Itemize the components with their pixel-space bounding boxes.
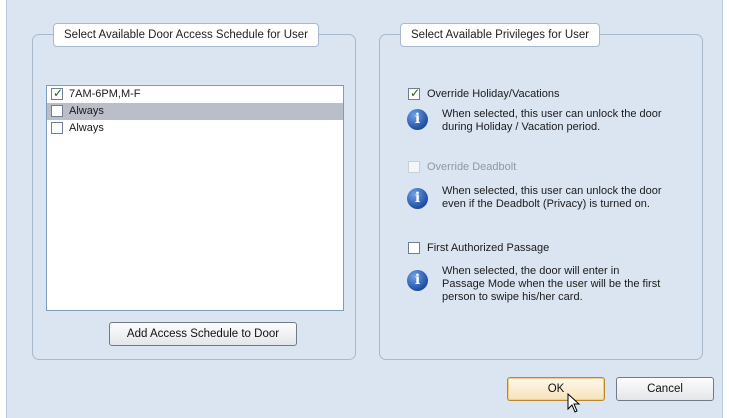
info-icon: i [407,270,428,291]
override-deadbolt-checkbox [408,161,420,173]
description-line: When selected, the door will enter in [442,265,620,277]
privileges-group: Select Available Privileges for User ✓ O… [379,23,703,360]
first-authorized-passage-label: First Authorized Passage [427,242,550,254]
list-item[interactable]: Always [47,120,343,137]
description-line: person to swipe his/her card. [442,291,583,303]
override-deadbolt-description: When selected, this user can unlock the … [442,185,692,211]
add-access-schedule-button[interactable]: Add Access Schedule to Door [109,322,297,346]
privileges-group-title: Select Available Privileges for User [400,23,601,47]
first-authorized-passage-description: When selected, the door will enter in Pa… [442,265,692,304]
schedule-checkbox[interactable] [51,122,63,134]
cancel-button[interactable]: Cancel [616,377,714,401]
description-line: Passage Mode when the user will be the f… [442,278,661,290]
description-line: during Holiday / Vacation period. [442,121,601,133]
schedule-group: Select Available Door Access Schedule fo… [32,23,356,360]
description-line: When selected, this user can unlock the … [442,108,662,120]
list-item[interactable]: ✓ 7AM-6PM,M-F [47,86,343,103]
description-line: even if the Deadbolt (Privacy) is turned… [442,198,650,210]
info-icon: i [407,188,428,209]
schedule-listbox[interactable]: ✓ 7AM-6PM,M-F Always Always [46,85,344,311]
schedule-checkbox[interactable] [51,105,63,117]
override-deadbolt-label: Override Deadbolt [427,161,517,173]
list-item[interactable]: Always [47,103,343,120]
info-icon: i [407,109,428,130]
ok-button[interactable]: OK [507,377,605,401]
list-item-label: Always [69,105,104,117]
first-authorized-passage-checkbox[interactable] [408,242,420,254]
schedule-checkbox[interactable]: ✓ [51,86,64,100]
override-holiday-description: When selected, this user can unlock the … [442,108,692,134]
list-item-label: Always [69,122,104,134]
override-holiday-checkbox[interactable]: ✓ [408,86,421,100]
description-line: When selected, this user can unlock the … [442,185,662,197]
mouse-cursor-icon [567,393,581,413]
list-item-label: 7AM-6PM,M-F [69,88,141,100]
check-icon: ✓ [53,86,64,100]
schedule-group-title: Select Available Door Access Schedule fo… [53,23,319,47]
check-icon: ✓ [410,86,421,100]
override-holiday-label: Override Holiday/Vacations [427,88,560,100]
dialog: Select Available Door Access Schedule fo… [6,0,723,418]
